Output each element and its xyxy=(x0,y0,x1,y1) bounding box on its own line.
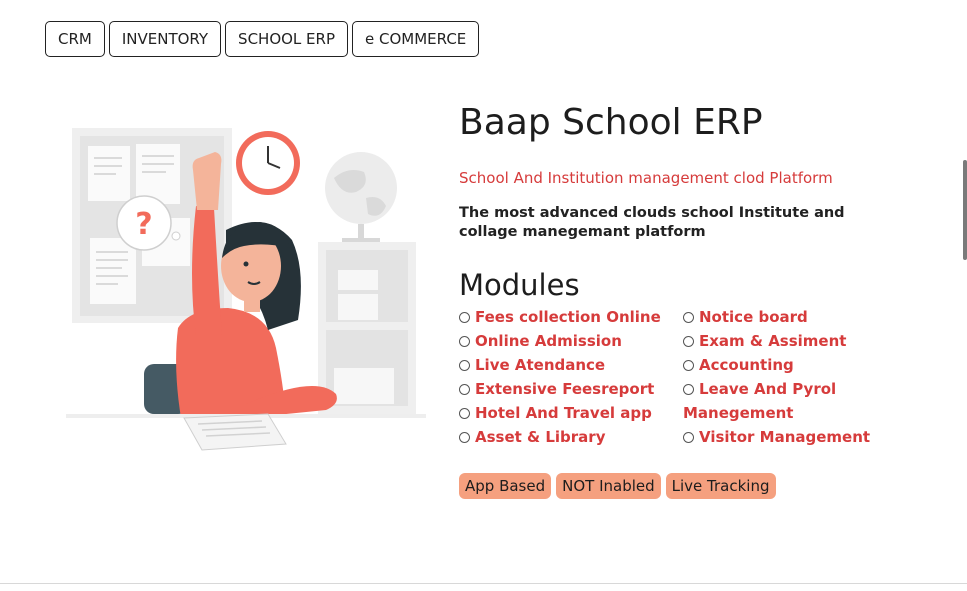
student-raising-hand-illustration: ? xyxy=(66,128,426,451)
module-accounting: Accounting xyxy=(683,353,907,377)
radio-button[interactable] xyxy=(683,312,694,323)
modules-list: Fees collection Online Online Admission … xyxy=(459,305,919,449)
divider xyxy=(0,583,967,584)
badge-app-based: App Based xyxy=(459,473,552,499)
radio-button[interactable] xyxy=(459,384,470,395)
badge-live-tracking: Live Tracking xyxy=(665,473,776,499)
category-tabs: CRM INVENTORY SCHOOL ERP e COMMERCE xyxy=(45,21,480,57)
radio-button[interactable] xyxy=(459,408,470,419)
radio-button[interactable] xyxy=(683,360,694,371)
radio-button[interactable] xyxy=(683,336,694,347)
module-live-attendance: Live Atendance xyxy=(459,353,683,377)
product-description: The most advanced clouds school Institut… xyxy=(459,205,845,240)
tab-school-erp[interactable]: SCHOOL ERP xyxy=(225,21,349,57)
tab-crm[interactable]: CRM xyxy=(45,21,105,57)
product-subtitle: School And Institution management clod P… xyxy=(459,169,833,187)
feature-badges: App Based NOT Inabled Live Tracking xyxy=(459,473,919,499)
radio-button[interactable] xyxy=(459,432,470,443)
module-fees-collection: Fees collection Online xyxy=(459,305,683,329)
modules-heading: Modules xyxy=(459,268,580,302)
radio-button[interactable] xyxy=(459,336,470,347)
module-notice-board: Notice board xyxy=(683,305,907,329)
module-fees-report: Extensive Feesreport xyxy=(459,377,683,401)
radio-button[interactable] xyxy=(683,432,694,443)
module-asset-library: Asset & Library xyxy=(459,425,683,449)
question-mark: ? xyxy=(135,207,152,242)
radio-button[interactable] xyxy=(459,312,470,323)
radio-button[interactable] xyxy=(459,360,470,371)
page-title: Baap School ERP xyxy=(459,102,763,143)
scrollbar[interactable] xyxy=(963,160,967,260)
badge-not-enabled: NOT Inabled xyxy=(556,473,661,499)
module-exam: Exam & Assiment xyxy=(683,329,907,353)
tab-ecommerce[interactable]: e COMMERCE xyxy=(352,21,480,57)
modules-left-column: Fees collection Online Online Admission … xyxy=(459,305,683,449)
module-hotel-travel: Hotel And Travel app xyxy=(459,401,683,425)
modules-right-column: Notice board Exam & Assiment Accounting … xyxy=(683,305,907,449)
module-leave-payroll: Leave And Pyrol Manegement xyxy=(683,380,837,422)
tab-inventory[interactable]: INVENTORY xyxy=(108,21,222,57)
product-details: Baap School ERP School And Institution m… xyxy=(459,100,919,499)
module-visitor-management: Visitor Management xyxy=(683,425,907,449)
radio-button[interactable] xyxy=(683,384,694,395)
module-online-admission: Online Admission xyxy=(459,329,683,353)
